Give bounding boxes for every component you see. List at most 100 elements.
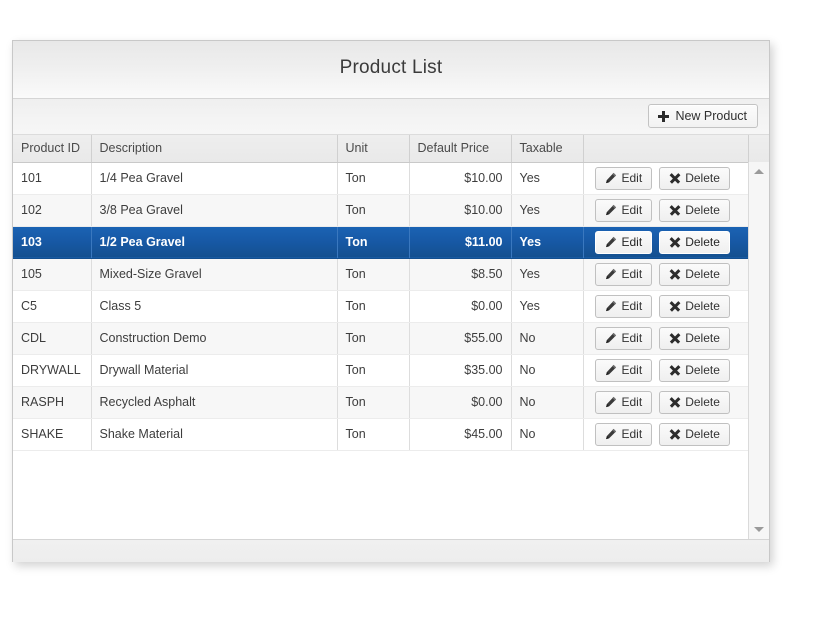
- cell-unit: Ton: [337, 290, 410, 323]
- edit-row-button-label: Edit: [621, 395, 643, 409]
- pencil-icon: [605, 428, 616, 440]
- cell-product-id: C5: [13, 290, 92, 323]
- column-header-product-id[interactable]: Product ID: [13, 135, 92, 163]
- pencil-icon: [605, 172, 616, 184]
- cell-actions: Edit Delete: [583, 354, 748, 387]
- edit-row-button[interactable]: Edit: [594, 294, 653, 318]
- table-row[interactable]: 102 3/8 Pea Gravel Ton $10.00 Yes Edit Delete: [13, 194, 769, 227]
- delete-row-button[interactable]: Delete: [659, 262, 730, 286]
- edit-row-button[interactable]: Edit: [594, 390, 653, 414]
- plus-icon: [658, 110, 670, 122]
- page-title: Product List: [339, 57, 443, 78]
- table-row[interactable]: C5 Class 5 Ton $0.00 Yes Edit Delete: [13, 290, 769, 323]
- cell-description: 1/2 Pea Gravel: [91, 226, 338, 259]
- edit-row-button-label: Edit: [621, 299, 643, 313]
- row-action-group: Edit Delete: [592, 198, 741, 222]
- delete-row-button[interactable]: Delete: [659, 198, 730, 222]
- cell-description: 3/8 Pea Gravel: [91, 194, 338, 227]
- edit-row-button[interactable]: Edit: [594, 230, 653, 254]
- delete-row-button[interactable]: Delete: [659, 326, 730, 350]
- cell-description: Mixed-Size Gravel: [91, 258, 338, 291]
- grid-vertical-scrollbar[interactable]: [748, 162, 769, 539]
- cell-actions: Edit Delete: [583, 162, 748, 195]
- delete-row-button-label: Delete: [685, 299, 720, 313]
- cell-description: 1/4 Pea Gravel: [91, 162, 338, 195]
- x-icon: [669, 301, 680, 312]
- edit-row-button[interactable]: Edit: [594, 198, 653, 222]
- column-header-description[interactable]: Description: [91, 135, 338, 163]
- cell-description: Shake Material: [91, 418, 338, 451]
- pencil-icon: [605, 204, 616, 216]
- row-action-group: Edit Delete: [592, 230, 741, 254]
- cell-unit: Ton: [337, 386, 410, 419]
- pencil-icon: [605, 332, 616, 344]
- delete-row-button[interactable]: Delete: [659, 390, 730, 414]
- new-product-button[interactable]: New Product: [648, 104, 758, 128]
- table-header-row: Product ID Description Unit Default Pric…: [13, 135, 769, 163]
- cell-product-id: 102: [13, 194, 92, 227]
- row-action-group: Edit Delete: [592, 358, 741, 382]
- table-row[interactable]: SHAKE Shake Material Ton $45.00 No Edit Delete: [13, 418, 769, 451]
- delete-row-button[interactable]: Delete: [659, 166, 730, 190]
- toolbar: New Product: [13, 99, 769, 135]
- cell-unit: Ton: [337, 354, 410, 387]
- column-header-default-price[interactable]: Default Price: [409, 135, 512, 163]
- x-icon: [669, 269, 680, 280]
- edit-row-button[interactable]: Edit: [594, 358, 653, 382]
- delete-row-button-label: Delete: [685, 203, 720, 217]
- edit-row-button-label: Edit: [621, 331, 643, 345]
- cell-default-price: $10.00: [409, 162, 512, 195]
- table-row[interactable]: RASPH Recycled Asphalt Ton $0.00 No Edit Delet…: [13, 386, 769, 419]
- cell-actions: Edit Delete: [583, 386, 748, 419]
- edit-row-button[interactable]: Edit: [594, 166, 653, 190]
- cell-unit: Ton: [337, 258, 410, 291]
- cell-taxable: Yes: [511, 258, 584, 291]
- delete-row-button-label: Delete: [685, 331, 720, 345]
- delete-row-button[interactable]: Delete: [659, 422, 730, 446]
- x-icon: [669, 397, 680, 408]
- row-action-group: Edit Delete: [592, 390, 741, 414]
- table-row[interactable]: 101 1/4 Pea Gravel Ton $10.00 Yes Edit Delete: [13, 162, 769, 195]
- table-row[interactable]: 103 1/2 Pea Gravel Ton $11.00 Yes Edit Delete: [13, 226, 769, 259]
- edit-row-button[interactable]: Edit: [594, 326, 653, 350]
- x-icon: [669, 365, 680, 376]
- cell-description: Recycled Asphalt: [91, 386, 338, 419]
- edit-row-button-label: Edit: [621, 235, 643, 249]
- product-list-panel: Product List New Product Product ID Desc…: [12, 40, 770, 562]
- pencil-icon: [605, 364, 616, 376]
- edit-row-button[interactable]: Edit: [594, 262, 653, 286]
- table-header: Product ID Description Unit Default Pric…: [13, 135, 769, 163]
- edit-row-button-label: Edit: [621, 267, 643, 281]
- cell-default-price: $35.00: [409, 354, 512, 387]
- cell-taxable: No: [511, 386, 584, 419]
- cell-description: Construction Demo: [91, 322, 338, 355]
- column-header-unit[interactable]: Unit: [337, 135, 410, 163]
- cell-default-price: $10.00: [409, 194, 512, 227]
- scroll-down-button[interactable]: [749, 521, 769, 538]
- cell-product-id: 103: [13, 226, 92, 259]
- row-action-group: Edit Delete: [592, 166, 741, 190]
- cell-product-id: 101: [13, 162, 92, 195]
- table-row[interactable]: 105 Mixed-Size Gravel Ton $8.50 Yes Edit Delet…: [13, 258, 769, 291]
- x-icon: [669, 205, 680, 216]
- cell-unit: Ton: [337, 162, 410, 195]
- scroll-up-button[interactable]: [749, 163, 769, 180]
- cell-product-id: DRYWALL: [13, 354, 92, 387]
- table-body: 101 1/4 Pea Gravel Ton $10.00 Yes Edit Delete 1…: [13, 162, 769, 451]
- table-row[interactable]: DRYWALL Drywall Material Ton $35.00 No Edit De…: [13, 354, 769, 387]
- cell-actions: Edit Delete: [583, 290, 748, 323]
- delete-row-button-label: Delete: [685, 267, 720, 281]
- cell-taxable: Yes: [511, 194, 584, 227]
- delete-row-button[interactable]: Delete: [659, 358, 730, 382]
- delete-row-button[interactable]: Delete: [659, 294, 730, 318]
- delete-row-button[interactable]: Delete: [659, 230, 730, 254]
- panel-header: Product List: [13, 41, 769, 99]
- cell-product-id: 105: [13, 258, 92, 291]
- pencil-icon: [605, 396, 616, 408]
- cell-unit: Ton: [337, 226, 410, 259]
- column-header-taxable[interactable]: Taxable: [511, 135, 584, 163]
- edit-row-button-label: Edit: [621, 363, 643, 377]
- table-row[interactable]: CDL Construction Demo Ton $55.00 No Edit Delet…: [13, 322, 769, 355]
- new-product-button-label: New Product: [675, 109, 747, 123]
- edit-row-button[interactable]: Edit: [594, 422, 653, 446]
